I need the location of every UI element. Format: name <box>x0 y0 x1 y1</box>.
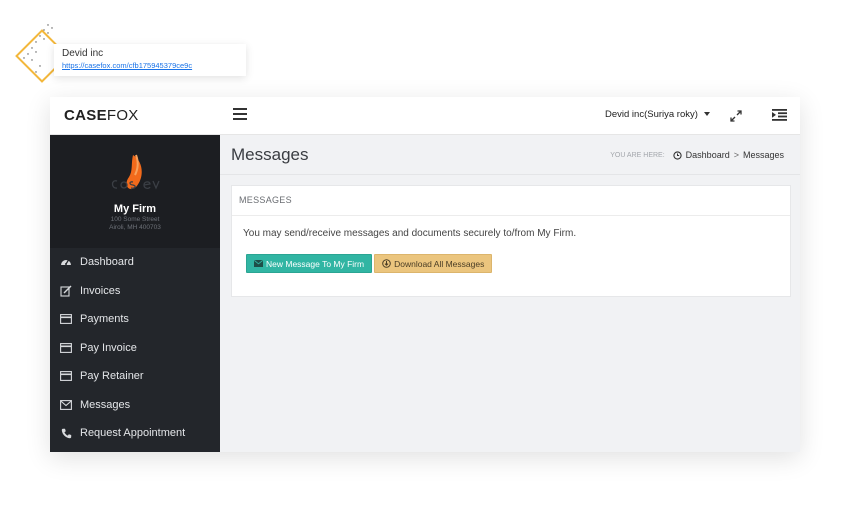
sidebar-nav: Dashboard Invoices Payments Pay Invoice <box>50 248 220 448</box>
callout-card: Devid inc https://casefox.com/cfb1759453… <box>54 44 246 76</box>
sidebar: My Firm 100 Some Street Airoli, MH 40070… <box>50 135 220 452</box>
edit-icon <box>60 285 72 297</box>
credit-card-icon <box>60 313 72 325</box>
firm-address-line2: Airoli, MH 400703 <box>109 224 161 231</box>
page-title: Messages <box>231 145 309 164</box>
fullscreen-expand-icon[interactable] <box>729 109 743 123</box>
panel-actions: New Message To My Firm Download All Mess… <box>243 254 779 273</box>
phone-icon <box>60 427 72 439</box>
firm-logo <box>111 154 160 190</box>
breadcrumb-current: Messages <box>742 150 784 160</box>
sidebar-item-invoices[interactable]: Invoices <box>50 277 220 306</box>
sidebar-item-payments[interactable]: Payments <box>50 305 220 334</box>
panel-body: You may send/receive messages and docume… <box>232 216 790 285</box>
sidebar-item-pay-invoice[interactable]: Pay Invoice <box>50 334 220 363</box>
sidebar-item-request-appointment[interactable]: Request Appointment <box>50 419 220 448</box>
sidebar-item-pay-retainer[interactable]: Pay Retainer <box>50 362 220 391</box>
firm-profile: My Firm 100 Some Street Airoli, MH 40070… <box>50 135 220 248</box>
sidebar-item-label: Dashboard <box>80 256 134 269</box>
sidebar-item-label: Messages <box>80 398 131 411</box>
sidebar-item-label: Pay Invoice <box>80 341 137 354</box>
envelope-icon <box>254 260 263 267</box>
new-message-label: New Message To My Firm <box>266 258 365 269</box>
callout-title: Devid inc <box>62 48 104 59</box>
user-menu-label: Devid inc(Suriya roky) <box>605 109 698 120</box>
panel-heading: MESSAGES <box>232 186 790 216</box>
new-message-button[interactable]: New Message To My Firm <box>246 254 373 273</box>
user-menu[interactable]: Devid inc(Suriya roky) <box>605 109 710 120</box>
firm-name: My Firm <box>113 203 157 215</box>
page-header: Messages YOU ARE HERE: Dashboard > Messa… <box>220 135 800 175</box>
download-all-label: Download All Messages <box>394 258 485 269</box>
sidebar-item-label: Invoices <box>80 284 121 297</box>
sidebar-item-label: Pay Retainer <box>80 370 144 383</box>
sidebar-item-dashboard[interactable]: Dashboard <box>50 248 220 277</box>
envelope-icon <box>60 399 72 411</box>
firm-address-line1: 100 Some Street <box>110 216 160 223</box>
hamburger-menu-icon[interactable] <box>233 108 247 120</box>
caret-down-icon <box>703 112 710 117</box>
brand-logo[interactable]: CASEFOX <box>64 107 139 124</box>
sidebar-item-label: Payments <box>80 313 129 326</box>
indent-menu-icon[interactable] <box>772 108 787 122</box>
callout-link[interactable]: https://casefox.com/cfb175945379ce9c <box>62 60 238 72</box>
breadcrumb-prefix: YOU ARE HERE: <box>610 151 665 159</box>
messages-panel: MESSAGES You may send/receive messages a… <box>231 185 791 297</box>
sidebar-item-label: Request Appointment <box>80 427 186 440</box>
top-bar: CASEFOX Devid inc(Suriya roky) <box>50 97 800 135</box>
panel-description: You may send/receive messages and docume… <box>243 228 577 239</box>
sidebar-item-messages[interactable]: Messages <box>50 391 220 420</box>
clock-icon <box>673 150 682 160</box>
breadcrumb-home-link[interactable]: Dashboard <box>686 150 730 160</box>
credit-card-icon <box>60 342 72 354</box>
credit-card-icon <box>60 370 72 382</box>
download-circle-icon <box>382 259 391 268</box>
dashboard-gauge-icon <box>60 256 72 268</box>
breadcrumb: YOU ARE HERE: Dashboard > Messages <box>610 150 784 160</box>
download-all-button[interactable]: Download All Messages <box>374 254 493 273</box>
breadcrumb-separator: > <box>733 150 739 160</box>
